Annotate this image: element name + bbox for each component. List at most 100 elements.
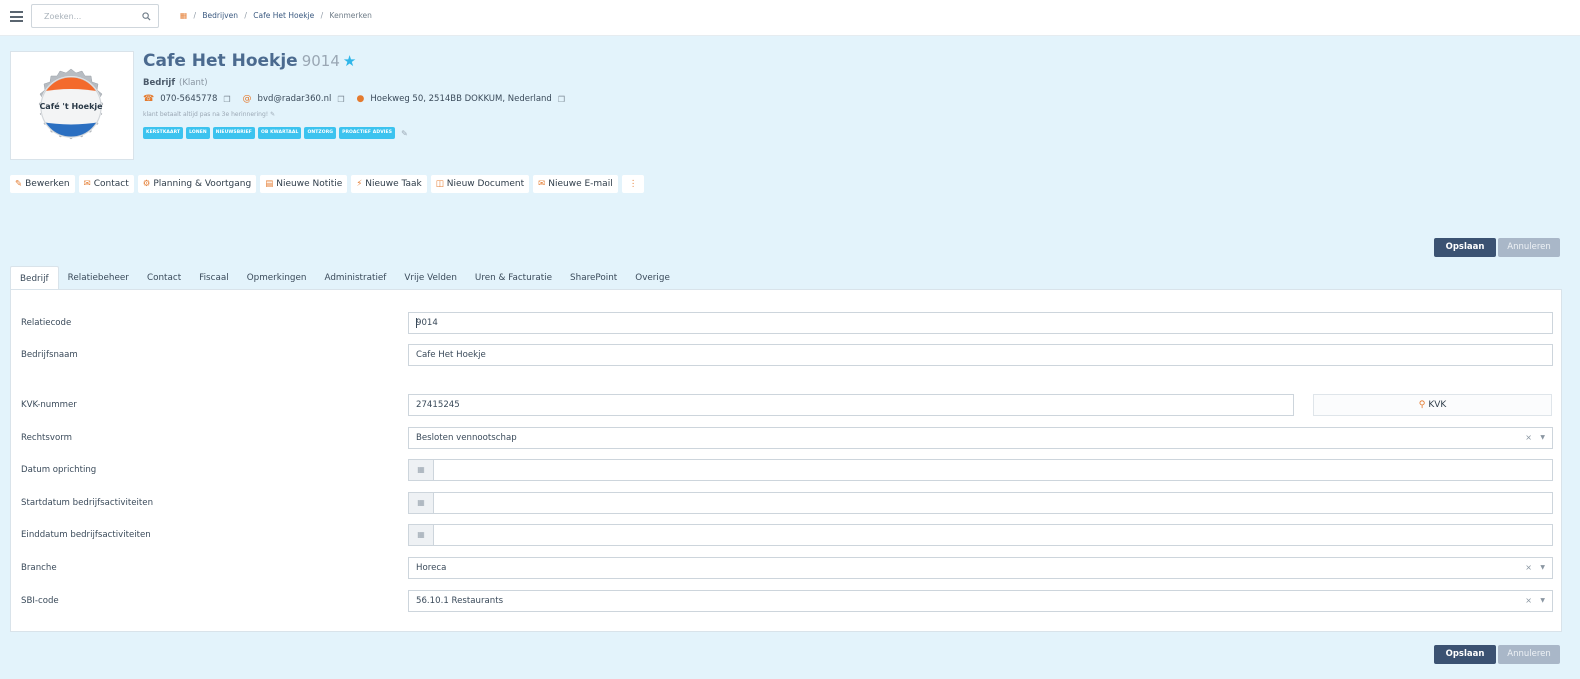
company-note-text: klant betaalt altijd pas na 3e herinneri… [143,111,269,118]
branche-select[interactable]: Horeca × ▼ [408,557,1553,579]
tag[interactable]: LONEN [186,127,210,139]
phone-link[interactable]: 070-5645778 [160,94,217,104]
sbi-label: SBI-code [21,596,59,606]
cancel-button-top[interactable]: Annuleren [1498,238,1560,257]
bolt-icon: ⚡ [356,179,363,189]
calendar-icon[interactable]: ▦ [408,524,434,546]
new-note-button[interactable]: ▤ Nieuwe Notitie [260,175,348,193]
edit-tags-icon[interactable]: ✎ [401,129,408,138]
relatiecode-label: Relatiecode [21,318,72,328]
form-panel: Relatiecode 9014 Bedrijfsnaam Cafe Het H… [10,289,1562,632]
einddatum-label: Einddatum bedrijfsactiviteiten [21,530,151,540]
note-icon: ▤ [265,179,274,189]
company-note: klant betaalt altijd pas na 3e herinneri… [143,111,275,118]
clear-icon[interactable]: × [1525,591,1532,611]
chevron-down-icon[interactable]: ▼ [1540,428,1545,448]
contact-button[interactable]: ✉ Contact [78,175,134,193]
rechtsvorm-select[interactable]: Besloten vennootschap × ▼ [408,427,1553,449]
tab-bedrijf[interactable]: Bedrijf [10,266,59,290]
clear-icon[interactable]: × [1525,428,1532,448]
email-link[interactable]: bvd@radar360.nl [258,94,332,104]
kvk-search-button[interactable]: ⚲ KVK [1313,394,1552,416]
search-icon: ⚲ [1418,400,1426,410]
cogs-icon: ⚙ [142,179,151,189]
chevron-down-icon[interactable]: ▼ [1540,558,1545,578]
tag[interactable]: KERSTKAART [143,127,184,139]
tag[interactable]: PROACTIEF ADVIES [339,127,396,139]
sbi-select[interactable]: 56.10.1 Restaurants × ▼ [408,590,1553,612]
cancel-button-bottom[interactable]: Annuleren [1498,645,1560,664]
datum-oprichting-label: Datum oprichting [21,465,97,475]
tab-bar: Bedrijf Relatiebeheer Contact Fiscaal Op… [10,266,679,290]
tab-fiscaal[interactable]: Fiscaal [190,266,238,290]
tab-overige[interactable]: Overige [626,266,679,290]
datum-oprichting-input[interactable] [434,459,1553,481]
company-type-note: (Klant) [179,78,208,88]
address-link[interactable]: Hoekweg 50, 2514BB DOKKUM, Nederland [370,94,551,104]
branche-label: Branche [21,563,57,573]
tag-list: KERSTKAART LONEN NIEUWSBRIEF OB KWARTAAL… [143,127,408,139]
kvk-input[interactable]: 27415245 [408,394,1294,416]
page-title: Cafe Het Hoekje 9014 ★ [143,51,356,71]
tab-opmerkingen[interactable]: Opmerkingen [238,266,316,290]
tab-uren-facturatie[interactable]: Uren & Facturatie [466,266,561,290]
company-code: 9014 [301,52,340,70]
rechtsvorm-label: Rechtsvorm [21,433,72,443]
location-icon: ● [356,94,365,104]
breadcrumb-bedrijven[interactable]: Bedrijven [202,11,238,20]
company-type-label: Bedrijf [143,78,176,88]
clear-icon[interactable]: × [1525,558,1532,578]
bedrijfsnaam-input[interactable]: Cafe Het Hoekje [408,344,1553,366]
tab-vrije-velden[interactable]: Vrije Velden [395,266,466,290]
action-bar: ✎ Bewerken ✉ Contact ⚙ Planning & Voortgang… [10,175,645,193]
calendar-icon[interactable]: ▦ [408,492,434,514]
kvk-label: KVK-nummer [21,400,77,410]
copy-icon[interactable]: ❐ [337,95,344,104]
document-icon: ◫ [435,179,444,189]
copy-icon[interactable]: ❐ [558,95,565,104]
search-icon[interactable] [142,12,151,21]
company-type: Bedrijf (Klant) [143,78,208,88]
breadcrumb-current: Kenmerken [329,11,372,20]
save-button-top[interactable]: Opslaan [1434,238,1496,257]
breadcrumb: ▦ / Bedrijven / Cafe Het Hoekje / Kenmer… [180,11,372,20]
search-placeholder: Zoeken... [44,12,82,21]
copy-icon[interactable]: ❐ [223,95,230,104]
tag[interactable]: ONTZORG [304,127,337,139]
menu-icon[interactable] [10,11,23,22]
save-button-bottom[interactable]: Opslaan [1434,645,1496,664]
chat-icon: ✉ [83,179,91,189]
tab-administratief[interactable]: Administratief [315,266,395,290]
more-button[interactable]: ⋮ [621,175,645,193]
contact-details: ☎ 070-5645778 ❐ @ bvd@radar360.nl ❐ ● Ho… [143,94,571,104]
new-document-button[interactable]: ◫ Nieuw Document [430,175,530,193]
startdatum-input[interactable] [434,492,1553,514]
new-email-button[interactable]: ✉ Nieuwe E-mail [533,175,618,193]
breadcrumb-company[interactable]: Cafe Het Hoekje [253,11,314,20]
company-logo: Café 't Hoekje [10,51,134,160]
pencil-icon: ✎ [15,179,23,189]
tag[interactable]: OB KWARTAAL [257,127,302,139]
top-bar: Zoeken... ▦ / Bedrijven / Cafe Het Hoekj… [0,0,1580,36]
einddatum-input[interactable] [434,524,1553,546]
logo-text: Café 't Hoekje [39,102,103,111]
envelope-icon: ✉ [538,179,546,189]
star-icon[interactable]: ★ [343,52,356,70]
startdatum-label: Startdatum bedrijfsactiviteiten [21,498,154,508]
edit-button[interactable]: ✎ Bewerken [10,175,75,193]
tab-relatiebeheer[interactable]: Relatiebeheer [59,266,138,290]
company-name: Cafe Het Hoekje [143,51,298,71]
tag[interactable]: NIEUWSBRIEF [212,127,255,139]
planning-button[interactable]: ⚙ Planning & Voortgang [137,175,257,193]
chevron-down-icon[interactable]: ▼ [1540,591,1545,611]
email-icon: @ [242,94,252,104]
building-icon[interactable]: ▦ [180,11,187,20]
tab-sharepoint[interactable]: SharePoint [561,266,626,290]
tab-contact[interactable]: Contact [138,266,190,290]
new-task-button[interactable]: ⚡ Nieuwe Taak [351,175,427,193]
relatiecode-input[interactable]: 9014 [408,312,1553,334]
edit-note-icon[interactable]: ✎ [270,111,275,118]
search-input[interactable]: Zoeken... [31,4,159,28]
calendar-icon[interactable]: ▦ [408,459,434,481]
phone-icon: ☎ [143,94,155,104]
